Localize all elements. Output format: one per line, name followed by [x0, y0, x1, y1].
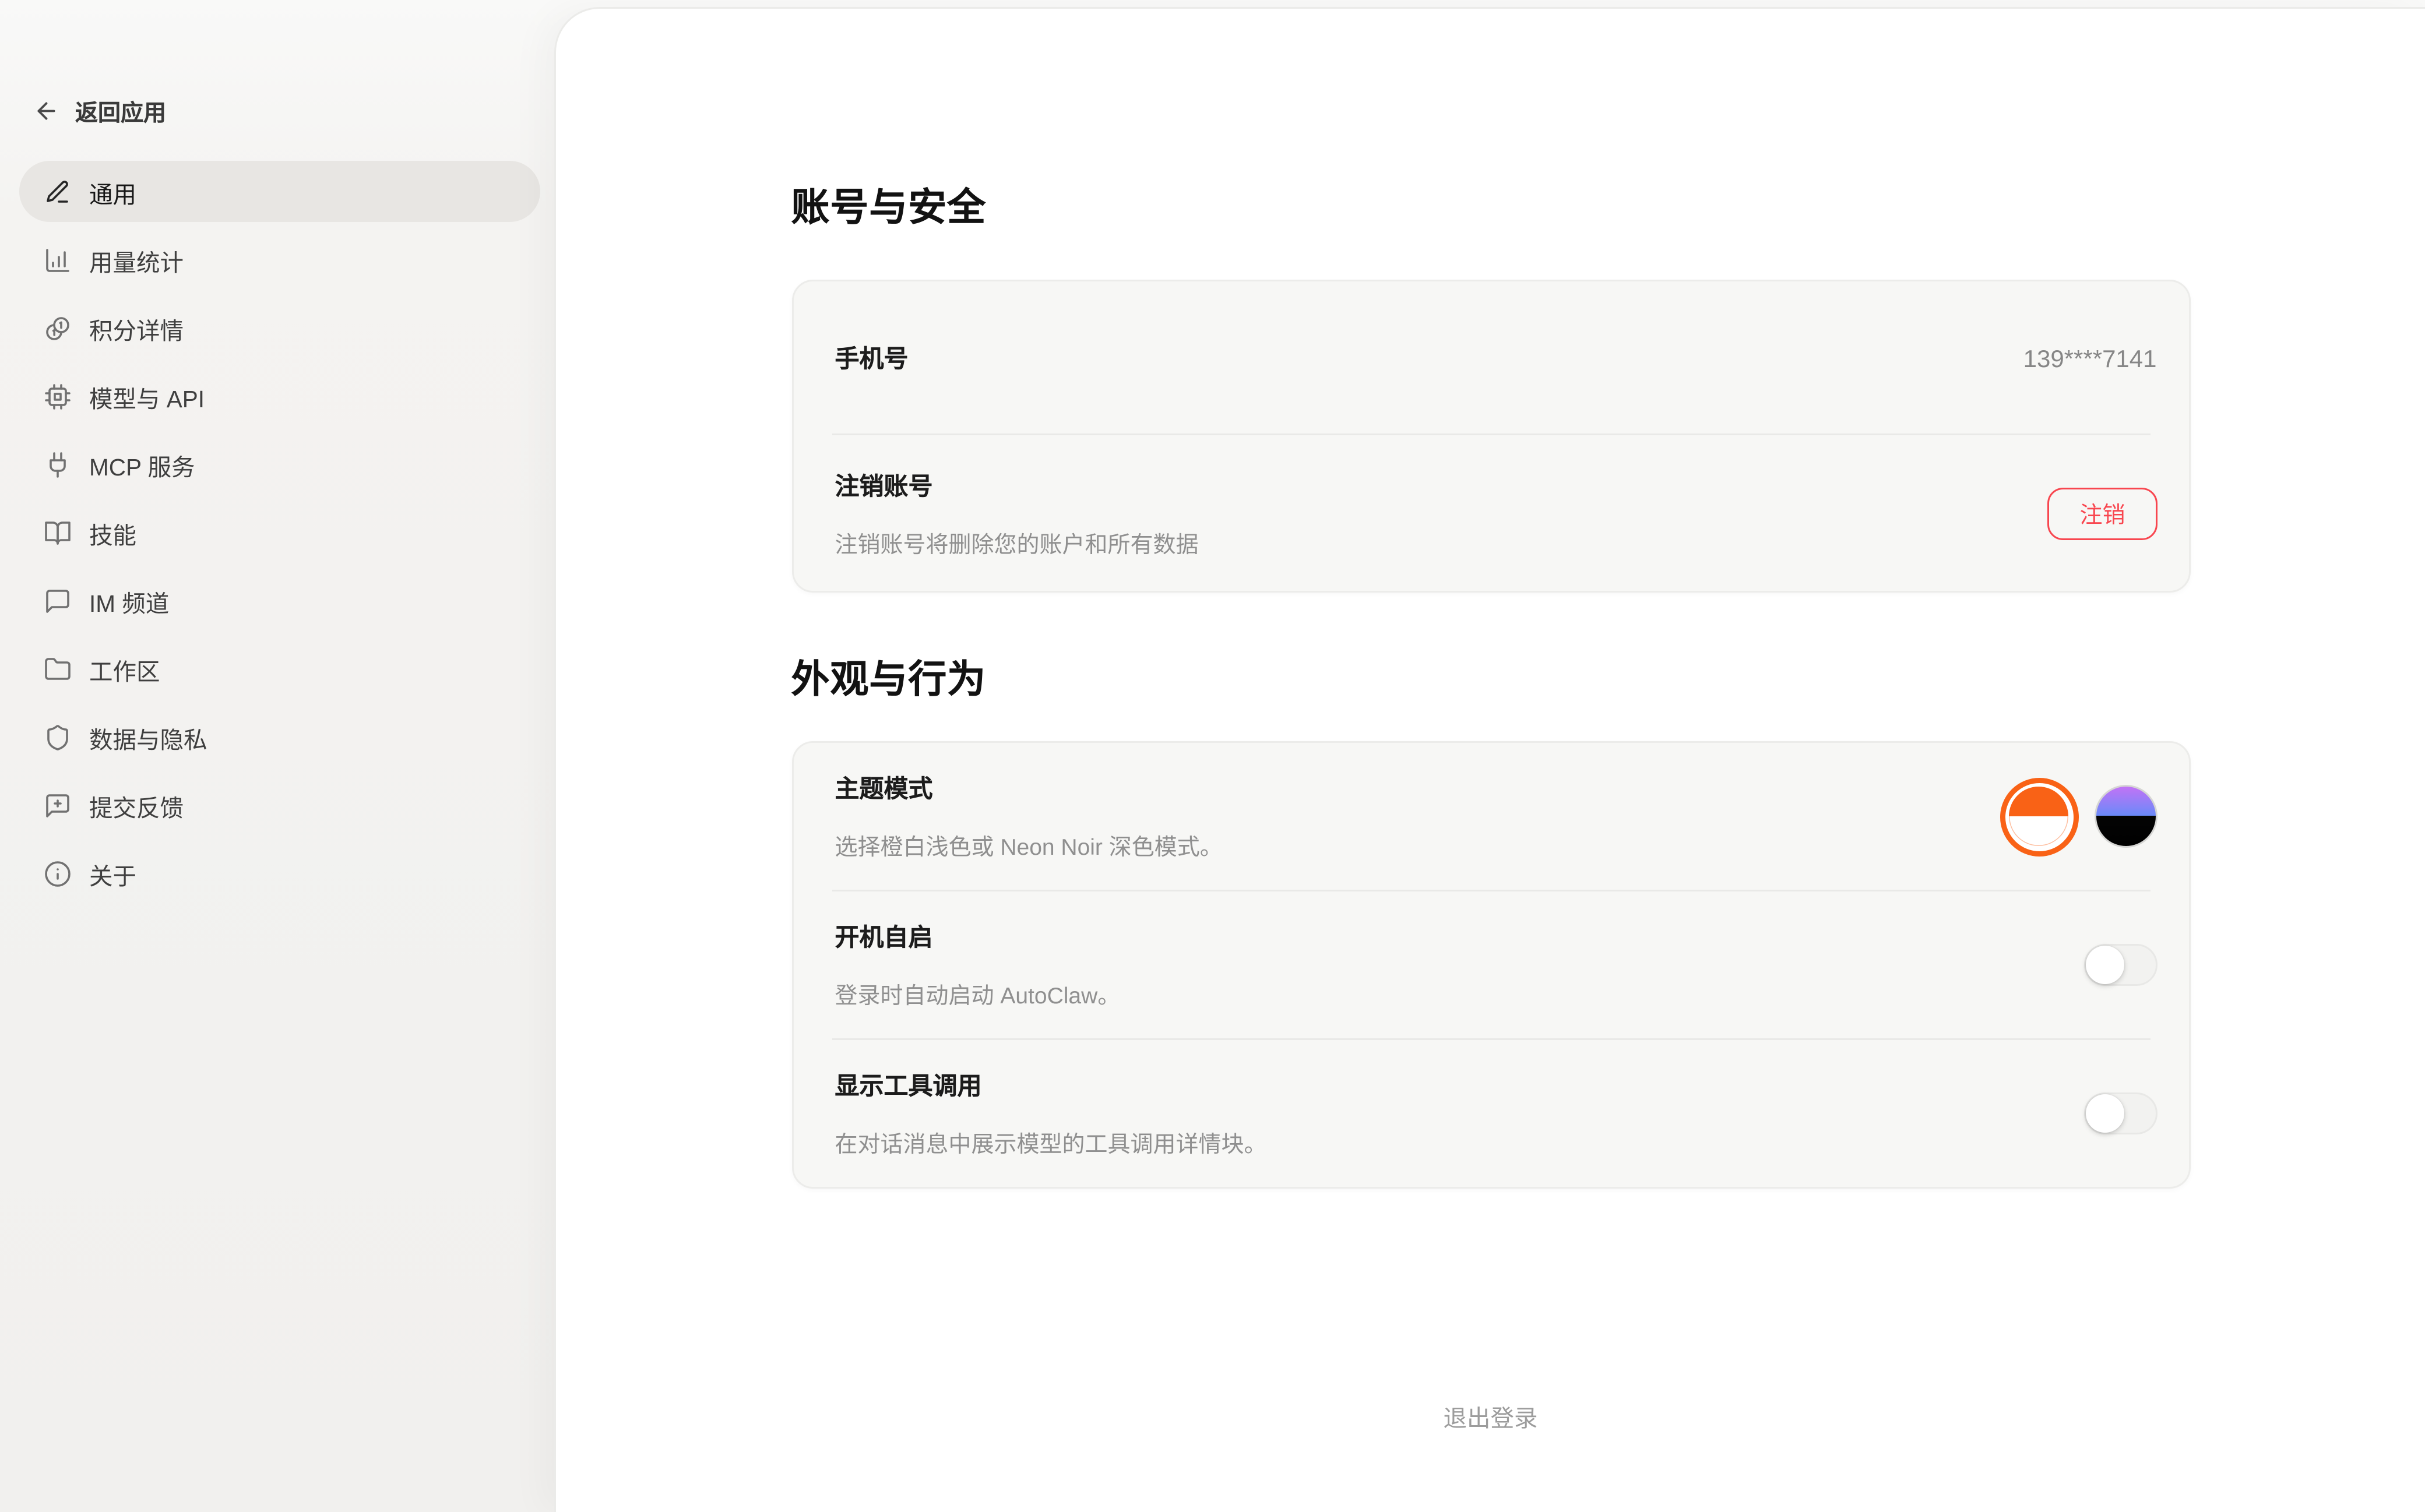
section-title-appearance-behavior: 外观与行为 [791, 648, 2190, 704]
account-security-card: 手机号 139****7141 注销账号 注销账号将删除您的账户和所有数据 注销 [791, 280, 2190, 593]
delete-account-text: 注销账号 注销账号将删除您的账户和所有数据 [835, 468, 1199, 559]
sidebar-item-about[interactable]: 关于 [19, 843, 540, 904]
coins-icon [44, 314, 72, 342]
phone-number-label: 手机号 [835, 340, 909, 375]
show-tool-calls-description: 在对话消息中展示模型的工具调用详情块。 [835, 1126, 1267, 1159]
back-to-app-button[interactable]: 返回应用 [33, 91, 166, 129]
autostart-description: 登录时自动启动 AutoClaw。 [835, 977, 1121, 1010]
sidebar-item-label: MCP 服务 [89, 447, 195, 482]
appearance-behavior-card: 主题模式 选择橙白浅色或 Neon Noir 深色模式。 开机自启 登录时自动 [791, 741, 2190, 1189]
settings-panel: 账号与安全 手机号 139****7141 注销账号 注销账号将删除您的账户和所… [554, 7, 2425, 1512]
toggle-knob [2085, 1094, 2124, 1133]
autostart-row: 开机自启 登录时自动启动 AutoClaw。 [793, 891, 2188, 1038]
theme-orange-light-swatch[interactable] [2000, 777, 2078, 856]
sidebar-item-general[interactable]: 通用 [19, 161, 540, 222]
sidebar-item-skills[interactable]: 技能 [19, 502, 540, 563]
sidebar-item-label: 用量统计 [89, 242, 184, 277]
sidebar-item-mcp-services[interactable]: MCP 服务 [19, 433, 540, 495]
toggle-knob [2085, 946, 2124, 984]
settings-content: 账号与安全 手机号 139****7141 注销账号 注销账号将删除您的账户和所… [791, 9, 2190, 1503]
sidebar-item-label: IM 频道 [89, 583, 169, 618]
phone-number-row: 手机号 139****7141 [793, 281, 2188, 433]
back-label: 返回应用 [75, 94, 166, 127]
sidebar-item-credits[interactable]: 积分详情 [19, 297, 540, 358]
sidebar-item-label: 通用 [89, 174, 136, 209]
theme-mode-row: 主题模式 选择橙白浅色或 Neon Noir 深色模式。 [793, 743, 2188, 890]
sidebar-item-label: 关于 [89, 856, 136, 891]
theme-mode-text: 主题模式 选择橙白浅色或 Neon Noir 深色模式。 [835, 771, 1223, 862]
sidebar-item-models-api[interactable]: 模型与 API [19, 365, 540, 427]
sidebar-item-workspace[interactable]: 工作区 [19, 638, 540, 699]
message-square-plus-icon [44, 791, 72, 819]
theme-mode-label: 主题模式 [835, 771, 1223, 806]
sidebar-nav: 通用用量统计积分详情模型与 API MCP 服务技能 IM 频道工作区数据与隐私提交… [19, 161, 540, 904]
book-open-icon [44, 519, 72, 547]
show-tool-calls-text: 显示工具调用 在对话消息中展示模型的工具调用详情块。 [835, 1068, 1267, 1159]
delete-account-label: 注销账号 [835, 468, 1199, 503]
sidebar-item-label: 模型与 API [89, 379, 205, 414]
bar-chart-icon [44, 246, 72, 274]
info-icon [44, 859, 72, 887]
message-square-icon [44, 587, 72, 615]
sidebar-item-im-channels[interactable]: IM 频道 [19, 570, 540, 631]
theme-mode-description: 选择橙白浅色或 Neon Noir 深色模式。 [835, 829, 1223, 862]
autostart-text: 开机自启 登录时自动启动 AutoClaw。 [835, 919, 1121, 1010]
sidebar-item-label: 积分详情 [89, 311, 184, 346]
autostart-label: 开机自启 [835, 919, 1121, 954]
sidebar-item-label: 技能 [89, 515, 136, 550]
sidebar-item-feedback[interactable]: 提交反馈 [19, 774, 540, 836]
sidebar-item-usage-stats[interactable]: 用量统计 [19, 229, 540, 290]
theme-swatches [2000, 777, 2157, 856]
folder-icon [44, 655, 72, 683]
pen-icon [44, 178, 72, 206]
logout-button[interactable]: 退出登录 [791, 1398, 2190, 1503]
sidebar-item-label: 提交反馈 [89, 788, 184, 823]
cpu-icon [44, 382, 72, 410]
show-tool-calls-row: 显示工具调用 在对话消息中展示模型的工具调用详情块。 [793, 1040, 2188, 1187]
show-tool-calls-label: 显示工具调用 [835, 1068, 1267, 1103]
sidebar-item-data-privacy[interactable]: 数据与隐私 [19, 706, 540, 767]
plug-icon [44, 450, 72, 478]
sidebar-item-label: 数据与隐私 [89, 720, 207, 755]
delete-account-row: 注销账号 注销账号将删除您的账户和所有数据 注销 [793, 435, 2188, 591]
section-title-account-security: 账号与安全 [791, 9, 2190, 232]
app-window: 返回应用 通用用量统计积分详情模型与 API MCP 服务技能 IM 频道工作区数据… [0, 0, 2425, 1512]
phone-number-value: 139****7141 [2023, 344, 2157, 372]
show-tool-calls-toggle[interactable] [2083, 1092, 2157, 1134]
delete-account-description: 注销账号将删除您的账户和所有数据 [835, 526, 1199, 559]
delete-account-button[interactable]: 注销 [2048, 487, 2156, 540]
sidebar-item-label: 工作区 [89, 651, 160, 686]
autostart-toggle[interactable] [2083, 944, 2157, 986]
back-arrow-icon [33, 97, 59, 124]
theme-orange-light-preview [2009, 787, 2068, 846]
settings-sidebar: 返回应用 通用用量统计积分详情模型与 API MCP 服务技能 IM 频道工作区数据… [0, 0, 554, 1512]
shield-icon [44, 723, 72, 751]
theme-neon-noir-swatch[interactable] [2094, 785, 2157, 848]
